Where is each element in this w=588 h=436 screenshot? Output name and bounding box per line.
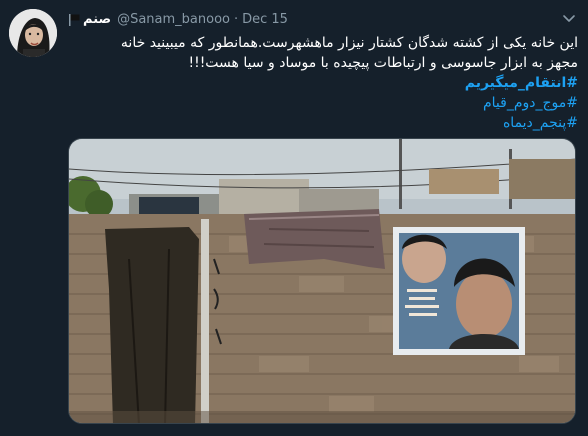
avatar[interactable] bbox=[9, 9, 57, 57]
tweet-text-line: این خانه یکی از کشته شدگان کشتار نیزار م… bbox=[120, 35, 578, 51]
separator-dot: · bbox=[233, 11, 239, 27]
hashtag-link[interactable]: #انتقام_میگیریم bbox=[68, 73, 578, 93]
tweet-header: صنم @Sanam_banooo · Dec 15 bbox=[68, 9, 288, 29]
hashtag-link[interactable]: #موج_دوم_قیام bbox=[68, 93, 578, 113]
tweet-card[interactable]: صنم @Sanam_banooo · Dec 15 این خانه یکی … bbox=[0, 0, 588, 436]
chevron-down-icon[interactable] bbox=[560, 9, 578, 27]
tweet-date[interactable]: Dec 15 bbox=[242, 12, 288, 27]
display-name[interactable]: صنم bbox=[83, 12, 111, 27]
tweet-text: این خانه یکی از کشته شدگان کشتار نیزار م… bbox=[68, 33, 578, 133]
hashtag-link[interactable]: #پنجم_دیماه bbox=[68, 113, 578, 133]
tweet-text-line: مجهز به ابزار جاسوسی و ارتباطات پیچیده ب… bbox=[188, 55, 578, 71]
user-handle[interactable]: @Sanam_banooo bbox=[117, 12, 230, 27]
tweet-photo[interactable] bbox=[68, 138, 576, 424]
black-flag-icon bbox=[68, 13, 81, 26]
